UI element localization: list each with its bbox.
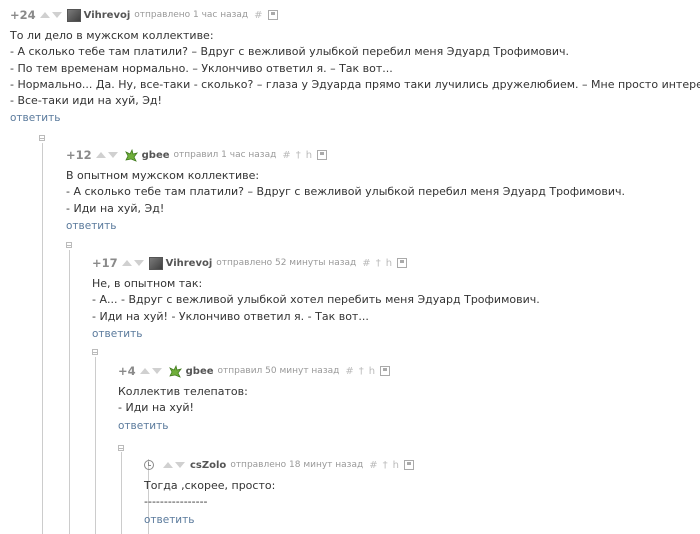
comment-line: - Нормально... Да. Ну, все-таки - скольк… [10,77,700,91]
up-icon[interactable]: † [296,150,301,161]
comment-line: - А сколько тебе там платили? – Вдруг с … [10,45,569,59]
vote-up-icon[interactable] [39,12,50,18]
vote-up-icon[interactable] [95,152,106,158]
clock-icon [144,460,154,470]
reply-link[interactable]: ответить [10,112,700,124]
comment-line: - Иди на хуй! [118,401,194,415]
comment-header: +12 gbee отправил 1 час назад # † h [66,146,625,164]
timestamp: отправил 50 минут назад [217,366,340,376]
timestamp: отправлено 1 час назад [134,10,249,20]
comment-line: Не, в опытном так: [92,277,203,290]
permalink-icon[interactable]: # [362,258,370,269]
timestamp: отправлено 18 минут назад [230,460,364,470]
comment-line: ---------------- [144,495,208,509]
rating: +12 [66,148,92,162]
comment-body: То ли дело в мужском коллективе: - А ско… [10,28,700,109]
up-icon[interactable]: † [383,460,388,471]
comment-line: Тогда ,скорее, просто: [144,479,276,492]
collapse-toggle[interactable] [118,445,124,451]
dragon-avatar[interactable] [167,364,183,379]
vote-up-icon[interactable] [121,260,132,266]
parent-icon[interactable]: h [369,366,375,377]
comment-body: Тогда ,скорее, просто: ---------------- [144,478,418,511]
comment-line: В опытном мужском коллективе: [66,169,260,182]
parent-icon[interactable]: h [386,258,392,269]
collapse-toggle[interactable] [92,349,98,355]
comment-line: - Иди на хуй, Эд! [66,201,165,215]
up-icon[interactable]: † [376,258,381,269]
comment-header: +24 Vihrevoj отправлено 1 час назад # [10,6,700,24]
comment-line: - А... - Вдруг с вежливой улыбкой хотел … [92,293,540,307]
vote-down-icon[interactable] [151,368,162,374]
comment-body: Не, в опытном так: - А... - Вдруг с вежл… [92,276,540,325]
comment-line: - А сколько тебе там платили? – Вдруг с … [66,185,625,199]
comment-header: csZolo отправлено 18 минут назад # † h [144,456,418,474]
thread-line [95,357,96,534]
rating: +24 [10,8,36,22]
vote-down-icon[interactable] [107,152,118,158]
thread-line [42,143,43,534]
avatar[interactable] [148,256,163,270]
dragon-avatar[interactable] [123,148,139,163]
comment-body: Коллектив телепатов: - Иди на хуй! [118,384,394,417]
comment: +4 gbee отправил 50 минут назад # † h Ко… [118,362,394,432]
author[interactable]: gbee [186,366,214,377]
permalink-icon[interactable]: # [282,150,290,161]
vote-up-icon[interactable] [163,462,173,468]
timestamp: отправлено 52 минуты назад [216,258,357,268]
save-icon[interactable] [317,150,328,160]
comment-body: В опытном мужском коллективе: - А скольк… [66,168,625,217]
save-icon[interactable] [403,460,414,470]
reply-link[interactable]: ответить [144,514,418,526]
collapse-toggle[interactable] [39,135,45,141]
comment: +12 gbee отправил 1 час назад # † h В оп… [66,146,625,232]
author[interactable]: csZolo [190,460,226,471]
comment-line: - Все-таки иди на хуй, Эд! [10,94,162,108]
comment: csZolo отправлено 18 минут назад # † h Т… [144,456,418,526]
rating: +4 [118,364,136,378]
collapse-toggle[interactable] [66,242,72,248]
save-icon[interactable] [380,366,391,376]
author[interactable]: gbee [142,150,170,161]
author[interactable]: Vihrevoj [166,258,213,269]
comment-line: Коллектив телепатов: [118,385,248,398]
reply-link[interactable]: ответить [92,328,540,340]
comment-line: То ли дело в мужском коллективе: [10,29,214,42]
reply-link[interactable]: ответить [66,220,625,232]
thread-line [69,250,70,534]
up-icon[interactable]: † [359,366,364,377]
parent-icon[interactable]: h [393,460,399,471]
vote-up-icon[interactable] [139,368,150,374]
save-icon[interactable] [397,258,408,268]
avatar[interactable] [66,8,81,22]
vote-down-icon[interactable] [133,260,144,266]
parent-icon[interactable]: h [306,150,312,161]
comment-line: - Иди на хуй! - Уклончиво ответил я. - Т… [92,309,369,323]
comment: +24 Vihrevoj отправлено 1 час назад # То… [10,6,700,124]
rating: +17 [92,256,118,270]
reply-link[interactable]: ответить [118,420,394,432]
permalink-icon[interactable]: # [345,366,353,377]
permalink-icon[interactable]: # [254,10,262,21]
thread-line [121,452,122,534]
comment-header: +4 gbee отправил 50 минут назад # † h [118,362,394,380]
author[interactable]: Vihrevoj [84,10,131,21]
vote-down-icon[interactable] [175,462,185,468]
permalink-icon[interactable]: # [369,460,377,471]
comment-header: +17 Vihrevoj отправлено 52 минуты назад … [92,254,540,272]
comment: +17 Vihrevoj отправлено 52 минуты назад … [92,254,540,340]
vote-down-icon[interactable] [51,12,62,18]
timestamp: отправил 1 час назад [173,150,277,160]
save-icon[interactable] [267,10,278,20]
comment-line: - По тем временам нормально. – Уклончиво… [10,61,393,75]
